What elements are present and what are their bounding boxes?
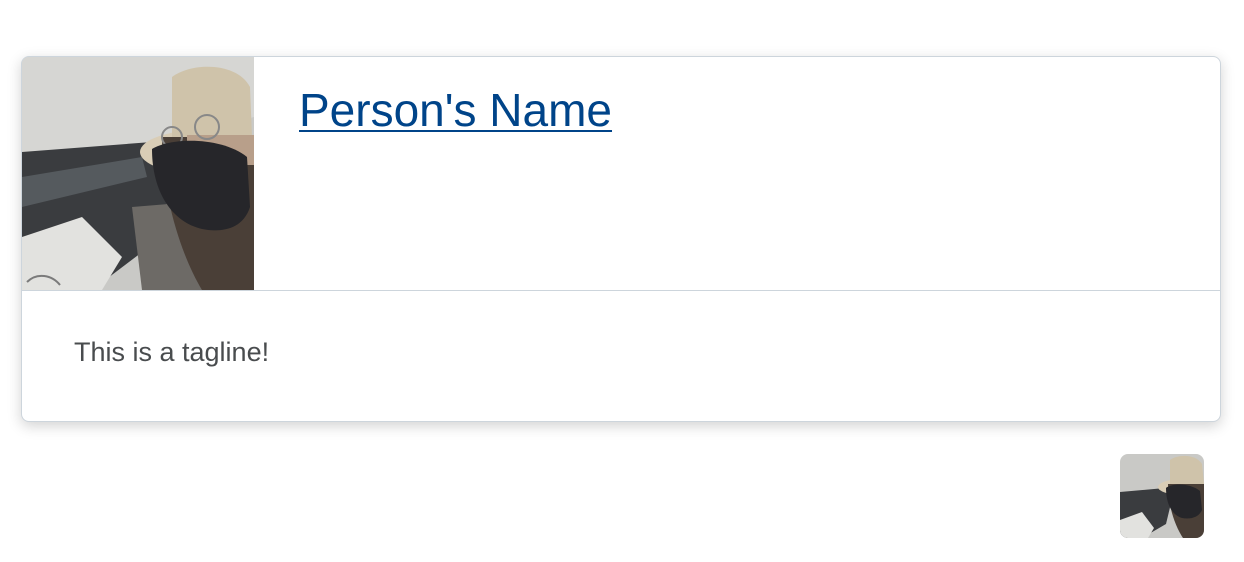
person-name-link[interactable]: Person's Name bbox=[299, 83, 612, 137]
profile-card-header: Person's Name bbox=[22, 57, 1220, 291]
avatar[interactable] bbox=[1120, 454, 1204, 538]
page: Person's Name This is a tagline! bbox=[0, 0, 1244, 562]
profile-card-body: This is a tagline! bbox=[22, 291, 1220, 421]
profile-photo bbox=[22, 57, 254, 290]
tagline-text: This is a tagline! bbox=[74, 337, 270, 367]
profile-card: Person's Name This is a tagline! bbox=[21, 56, 1221, 422]
